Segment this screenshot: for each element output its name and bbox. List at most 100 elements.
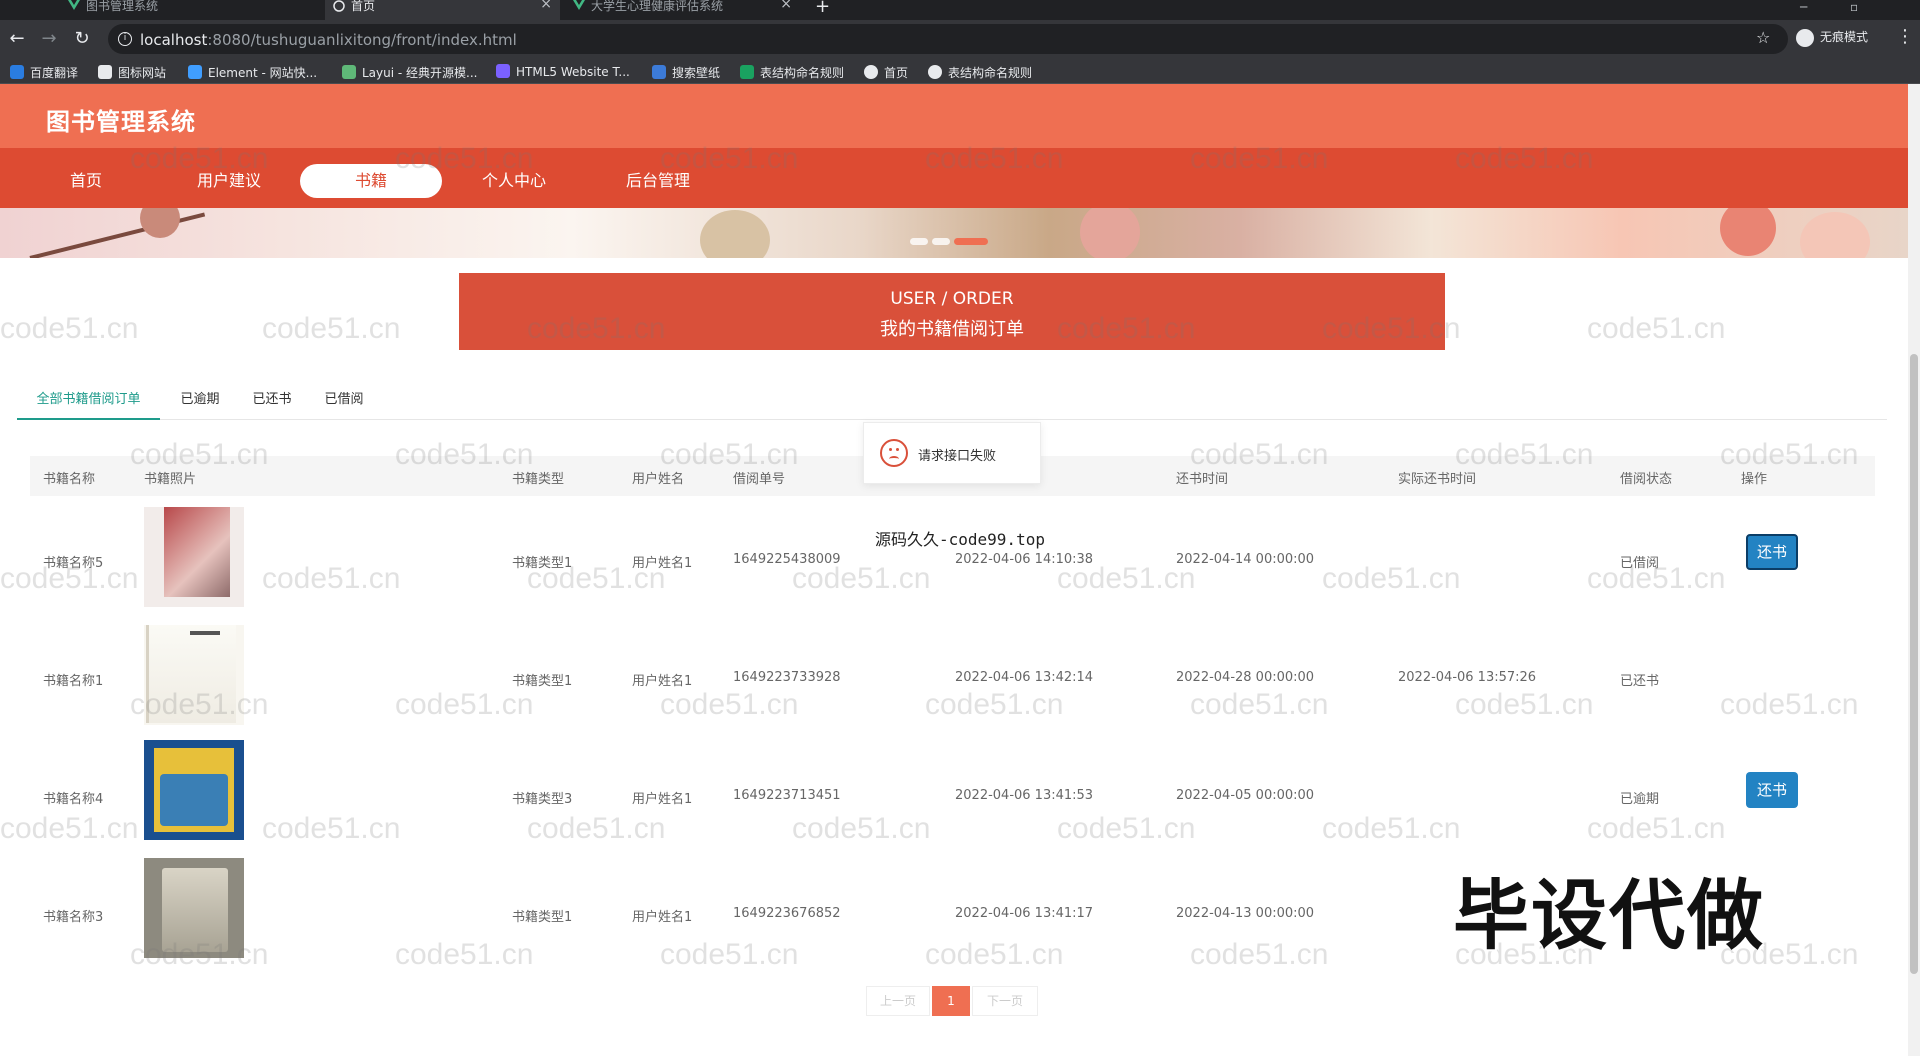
tab-borrowed[interactable]: 已借阅	[319, 384, 369, 420]
html5-icon	[496, 64, 510, 78]
error-toast: 请求接口失败	[863, 422, 1041, 484]
vue-favicon-icon	[573, 0, 585, 12]
maximize-icon[interactable]: ▫	[1850, 0, 1858, 14]
cell-user-name: 用户姓名1	[632, 556, 693, 571]
nav-suggestions[interactable]: 用户建议	[158, 164, 300, 198]
watermark-text: code51.cn	[262, 312, 401, 345]
bookmark-item[interactable]: 图标网站	[98, 64, 166, 81]
browser-tab-title: 大学生心理健康评估系统	[591, 0, 724, 13]
cell-due-time: 2022-04-28 00:00:00	[1176, 670, 1315, 685]
cell-borrow-time: 2022-04-06 13:42:14	[955, 670, 1094, 685]
flag-icon	[98, 65, 112, 79]
bookmark-item[interactable]: 表结构命名规则	[740, 64, 844, 81]
tab-overdue[interactable]: 已逾期	[175, 384, 225, 420]
browser-tab-title: 图书管理系统	[86, 0, 159, 13]
section-title-cn: 我的书籍借阅订单	[880, 319, 1024, 340]
nav-books[interactable]: 书籍	[300, 164, 442, 198]
layui-icon	[342, 65, 356, 79]
column-header: 操作	[1741, 472, 1768, 487]
cell-book-name: 书籍名称3	[43, 910, 104, 925]
page-number-button[interactable]: 1	[932, 986, 970, 1016]
browser-menu-icon[interactable]: ⋮	[1896, 26, 1914, 47]
scrollbar-thumb[interactable]	[1910, 354, 1918, 974]
close-tab-icon[interactable]: ×	[540, 0, 552, 11]
cell-book-type: 书籍类型1	[512, 910, 573, 925]
banner-carousel	[0, 208, 1908, 258]
sheet-icon	[740, 65, 754, 79]
address-bar[interactable]: i localhost:8080/tushuguanlixitong/front…	[108, 24, 1788, 54]
banner-decoration	[1720, 208, 1776, 256]
book-cover-image	[144, 507, 244, 607]
section-title-box: USER / ORDER 我的书籍借阅订单	[459, 273, 1445, 350]
cell-user-name: 用户姓名1	[632, 910, 693, 925]
banner-decoration	[140, 208, 180, 238]
book-cover-image	[144, 625, 244, 725]
carousel-dot[interactable]	[910, 238, 928, 245]
cell-book-type: 书籍类型1	[512, 556, 573, 571]
minimize-icon[interactable]: ─	[1800, 0, 1807, 14]
bookmark-item[interactable]: Layui - 经典开源模...	[342, 64, 477, 81]
cell-borrow-time: 2022-04-06 14:10:38	[955, 552, 1094, 567]
bookmark-item[interactable]: Element - 网站快...	[188, 64, 317, 81]
watermark-text: code51.cn	[0, 312, 139, 345]
browser-tab-3[interactable]: 大学生心理健康评估系统 ×	[565, 0, 800, 20]
sad-face-icon	[880, 439, 908, 467]
bookmark-item[interactable]: 百度翻译	[10, 64, 78, 81]
page-scrollbar[interactable]	[1908, 84, 1920, 1056]
cell-status: 已逾期	[1620, 792, 1660, 807]
nav-home[interactable]: 首页	[15, 164, 157, 198]
cell-user-name: 用户姓名1	[632, 674, 693, 689]
carousel-indicators	[910, 234, 992, 249]
book-cover-image	[144, 858, 244, 958]
cell-borrow-time: 2022-04-06 13:41:17	[955, 906, 1094, 921]
close-tab-icon[interactable]: ×	[780, 0, 792, 11]
cell-actual-return: 2022-04-06 13:57:26	[1398, 670, 1537, 685]
bookmark-item[interactable]: 表结构命名规则	[928, 64, 1032, 81]
cell-user-name: 用户姓名1	[632, 792, 693, 807]
chrome-menu-icon[interactable]	[0, 0, 28, 20]
browser-toolbar: ← → ↻ i localhost:8080/tushuguanlixitong…	[0, 20, 1920, 58]
nav-personal-center[interactable]: 个人中心	[443, 164, 585, 198]
site-info-icon[interactable]: i	[118, 32, 132, 46]
bookmark-item[interactable]: HTML5 Website T...	[496, 64, 630, 79]
column-header: 书籍类型	[512, 472, 565, 487]
column-header: 实际还书时间	[1398, 472, 1477, 487]
carousel-dot[interactable]	[932, 238, 950, 245]
cell-book-name: 书籍名称1	[43, 674, 104, 689]
book-cover-image	[144, 740, 244, 840]
globe-favicon-icon	[333, 0, 345, 12]
banner-decoration	[1800, 212, 1870, 258]
cell-book-name: 书籍名称5	[43, 556, 104, 571]
tab-returned[interactable]: 已还书	[247, 384, 297, 420]
next-page-button[interactable]: 下一页	[972, 986, 1038, 1016]
cell-book-type: 书籍类型1	[512, 674, 573, 689]
browser-tab-2[interactable]: 首页 ×	[325, 0, 560, 20]
tab-all-orders[interactable]: 全部书籍借阅订单	[17, 384, 160, 420]
cell-book-type: 书籍类型3	[512, 792, 573, 807]
cell-due-time: 2022-04-14 00:00:00	[1176, 552, 1315, 567]
site-title: 图书管理系统	[46, 108, 196, 136]
prev-page-button[interactable]: 上一页	[866, 986, 930, 1016]
new-tab-icon[interactable]: +	[815, 0, 830, 17]
cell-due-time: 2022-04-05 00:00:00	[1176, 788, 1315, 803]
return-book-button[interactable]: 还书	[1746, 534, 1798, 570]
vue-favicon-icon	[68, 0, 80, 12]
incognito-indicator[interactable]: 无痕模式	[1796, 28, 1906, 50]
back-arrow-icon[interactable]: ←	[5, 27, 29, 51]
bookmark-star-icon[interactable]: ☆	[1756, 28, 1770, 47]
column-header: 书籍照片	[144, 472, 197, 487]
forward-arrow-icon[interactable]: →	[37, 27, 61, 51]
reload-icon[interactable]: ↻	[70, 27, 94, 51]
element-icon	[188, 65, 202, 79]
bookmark-item[interactable]: 首页	[864, 64, 908, 81]
cell-order-no: 1649225438009	[733, 552, 841, 567]
return-book-button[interactable]: 还书	[1746, 772, 1798, 808]
bookmark-item[interactable]: 搜索壁纸	[652, 64, 720, 81]
column-header: 还书时间	[1176, 472, 1229, 487]
nav-admin[interactable]: 后台管理	[587, 164, 729, 198]
site-header: 图书管理系统	[0, 84, 1908, 148]
carousel-dot-active[interactable]	[954, 238, 988, 245]
cell-order-no: 1649223733928	[733, 670, 841, 685]
column-header: 借阅单号	[733, 472, 786, 487]
cell-status: 已借阅	[1620, 556, 1660, 571]
